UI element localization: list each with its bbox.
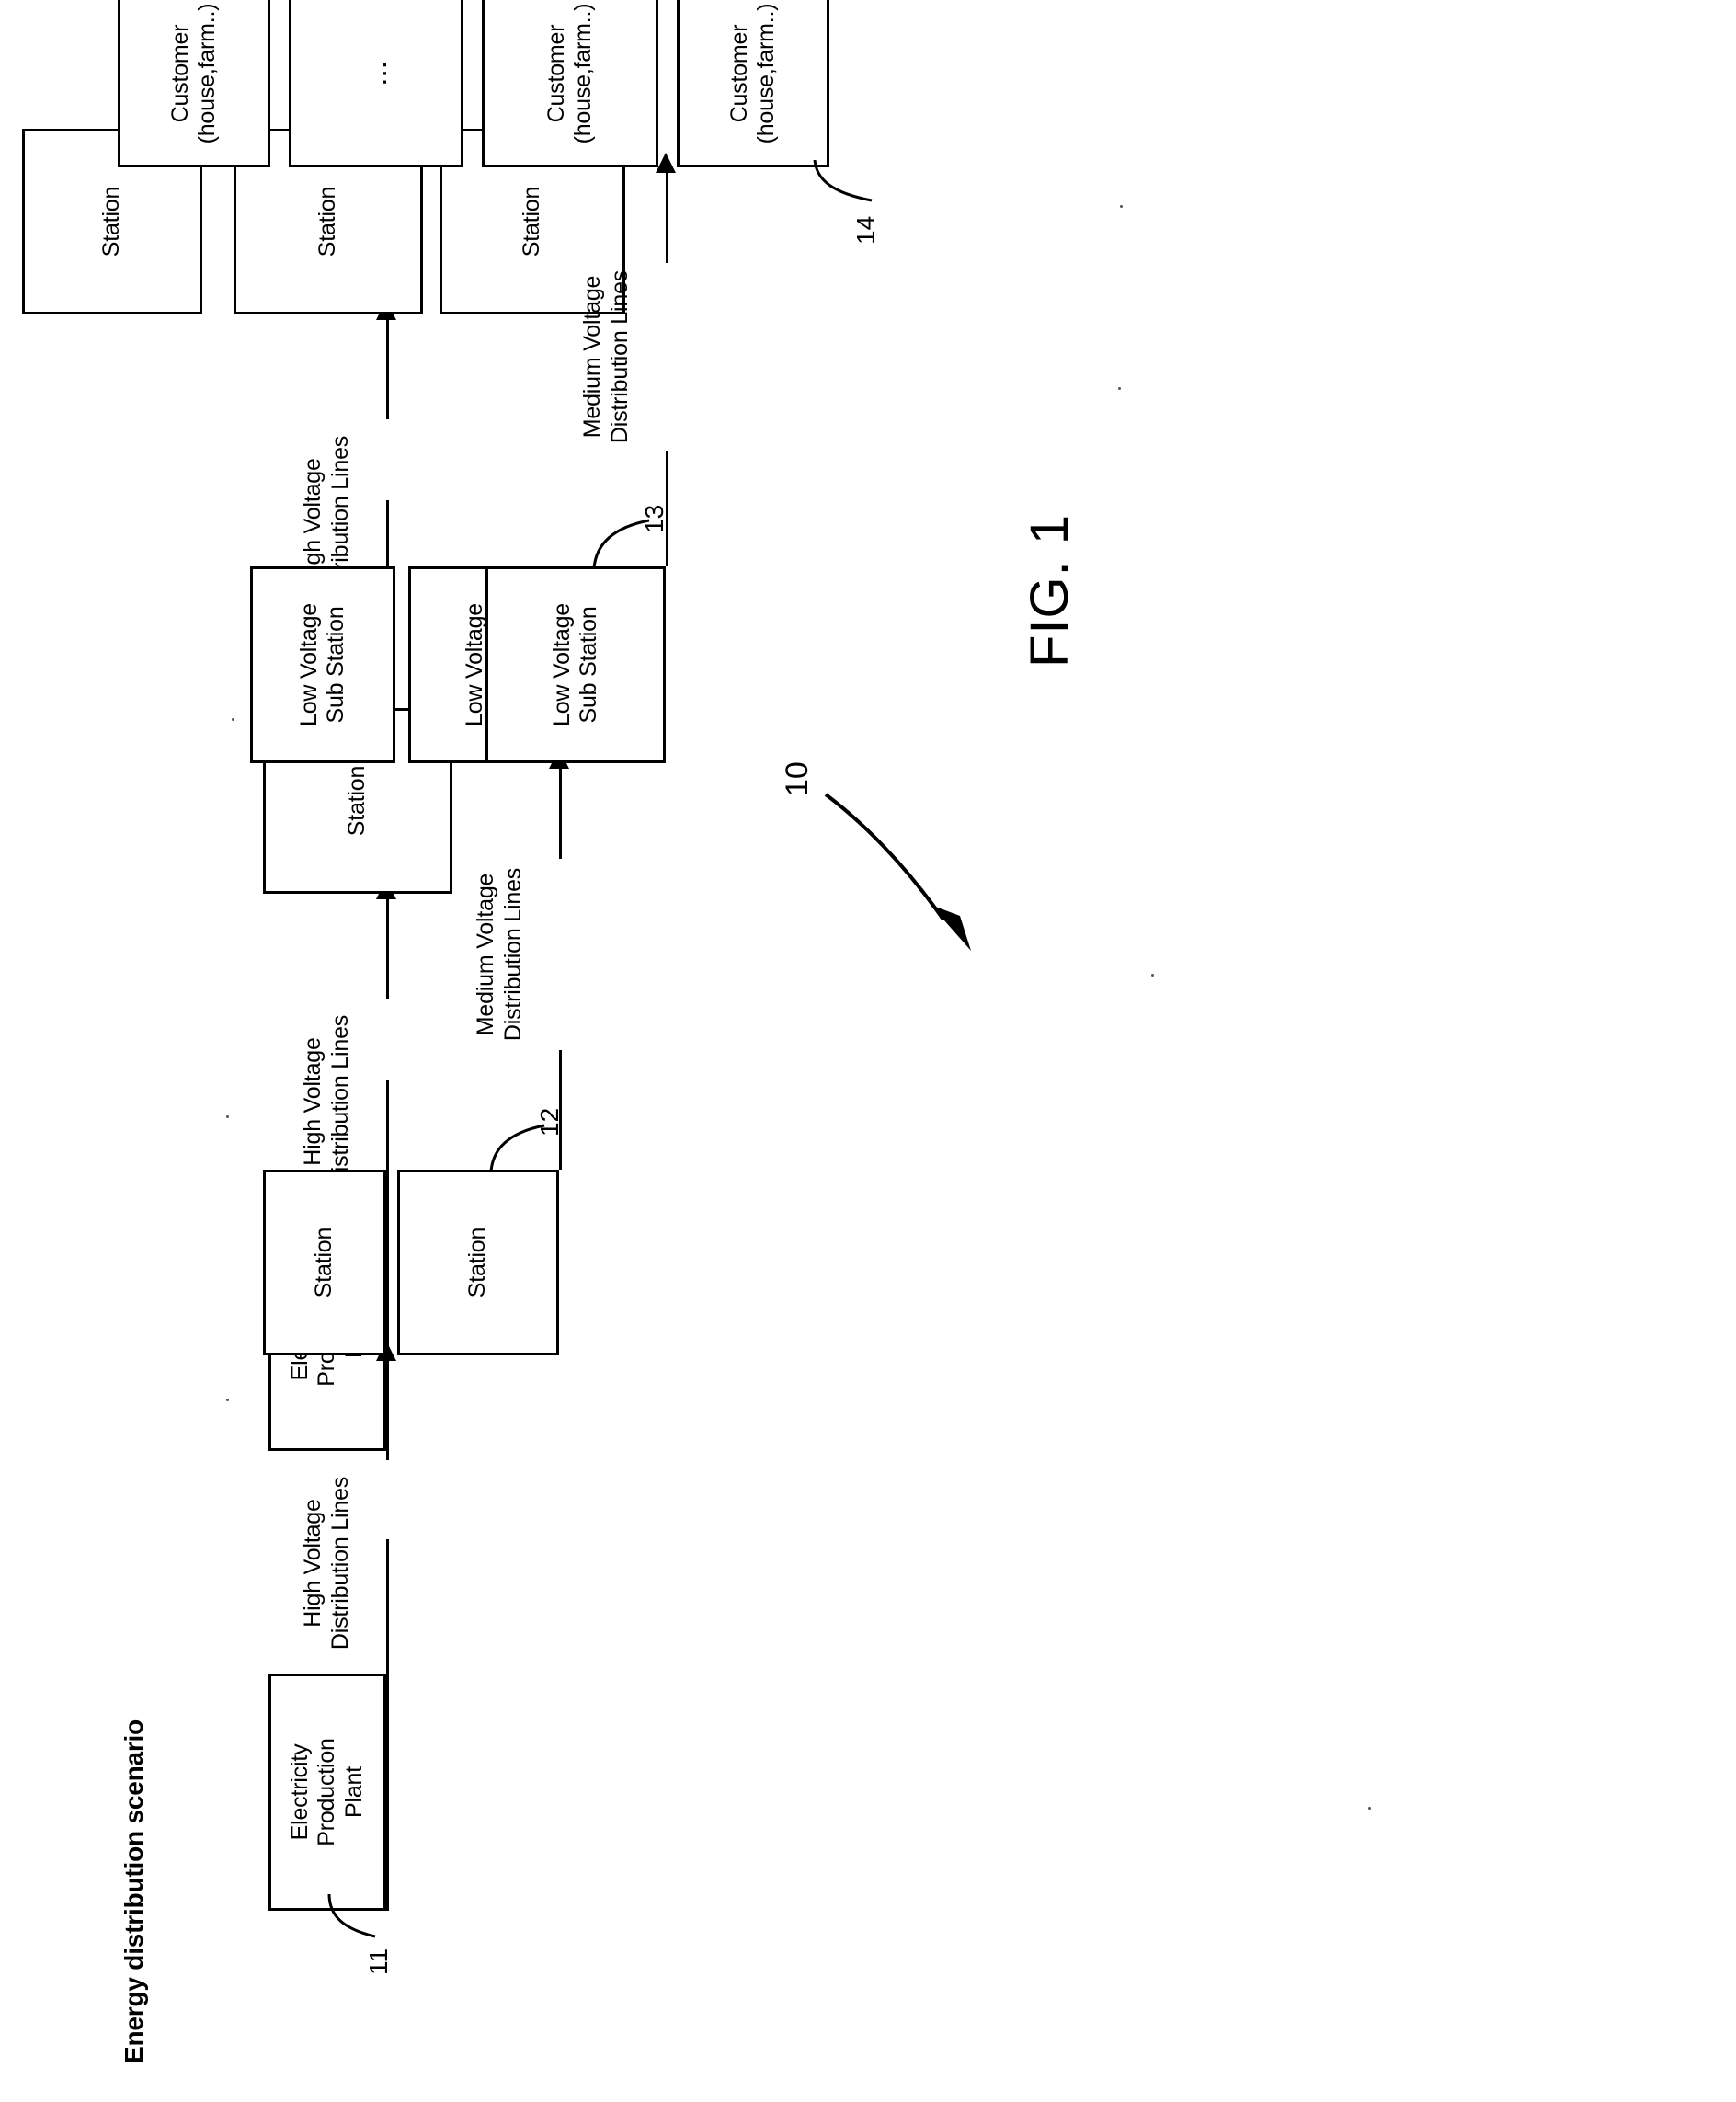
plant-1-line-3: Plant bbox=[340, 1766, 367, 1818]
node-low-voltage-sub-station-3: Low Voltage Sub Station bbox=[250, 566, 395, 763]
scan-speck bbox=[1120, 205, 1123, 208]
station-5-label: Station bbox=[314, 186, 341, 257]
customer-3-line-1: Customer bbox=[166, 24, 193, 123]
station-2-label: Station bbox=[311, 1227, 337, 1298]
reference-numeral-11: 11 bbox=[364, 1948, 393, 1975]
hv-1-line-2: Distribution Lines bbox=[326, 1476, 353, 1651]
mv-2-line-2: Distribution Lines bbox=[606, 269, 633, 444]
node-customer-3: Customer (house,farm..) bbox=[118, 0, 270, 167]
customer-2-line-2: (house,farm..) bbox=[570, 3, 596, 144]
customer-ellipsis-label: ... bbox=[358, 61, 394, 86]
connector-plant-2-down-stub bbox=[386, 1214, 389, 1451]
scan-speck bbox=[1368, 1807, 1371, 1810]
node-station-2: Station bbox=[263, 1170, 386, 1355]
node-low-voltage-sub-station-1: Low Voltage Sub Station bbox=[485, 566, 666, 763]
connector-plant-1-to-hv bbox=[386, 1539, 389, 1674]
hv-1-line-1: High Voltage bbox=[300, 1499, 326, 1628]
edge-label-high-voltage-1: High Voltage Distribution Lines bbox=[300, 1457, 354, 1670]
customer-3-line-2: (house,farm..) bbox=[194, 3, 220, 144]
figure-caption: FIG. 1 bbox=[1020, 513, 1079, 668]
edge-label-medium-voltage-1: Medium Voltage Distribution Lines bbox=[473, 839, 527, 1070]
substation-1-line-1: Low Voltage bbox=[548, 602, 575, 727]
connector-plant-2-to-hv bbox=[386, 1080, 389, 1214]
substation-1-line-2: Sub Station bbox=[576, 606, 601, 724]
connector-substation-1-to-mv bbox=[666, 451, 668, 566]
page-title: Energy distribution scenario bbox=[120, 1719, 148, 2063]
substation-3-line-2: Sub Station bbox=[323, 606, 348, 724]
system-pointer-arrow bbox=[824, 793, 971, 951]
scan-speck bbox=[226, 1115, 229, 1118]
node-customer-2: Customer (house,farm..) bbox=[482, 0, 658, 167]
node-station-1: Station bbox=[397, 1170, 559, 1355]
substation-2-line-1: Low Voltage bbox=[461, 602, 487, 727]
leader-line-11 bbox=[327, 1893, 376, 1938]
patent-figure-page: Energy distribution scenario Electricity… bbox=[0, 0, 1736, 2102]
customer-2-line-1: Customer bbox=[542, 24, 569, 123]
connector-mv-2-to-customer bbox=[666, 173, 668, 263]
reference-numeral-10: 10 bbox=[780, 761, 815, 796]
plant-1-line-2: Production bbox=[314, 1738, 340, 1846]
connector-plant-1-down-stub bbox=[386, 1674, 389, 1911]
reference-numeral-14: 14 bbox=[851, 215, 880, 245]
connector-station-1-to-mv bbox=[559, 1050, 562, 1170]
node-customer-1: Customer (house,farm..) bbox=[677, 0, 829, 167]
plant-1-line-1: Electricity bbox=[286, 1743, 313, 1841]
node-customer-ellipsis: ... bbox=[289, 0, 463, 167]
customer-1-line-2: (house,farm..) bbox=[753, 3, 779, 144]
arrow-head-mv-2 bbox=[656, 153, 676, 173]
scan-speck bbox=[1118, 387, 1121, 390]
leader-line-14 bbox=[813, 159, 873, 202]
node-electricity-production-plant-1: Electricity Production Plant bbox=[268, 1674, 386, 1911]
station-6-label: Station bbox=[98, 186, 125, 257]
connector-hv-3-to-station bbox=[386, 320, 389, 419]
diagram-rotated-layer: Energy distribution scenario Electricity… bbox=[0, 0, 1736, 2102]
scan-speck bbox=[1151, 974, 1154, 977]
customer-1-line-1: Customer bbox=[725, 24, 752, 123]
edge-label-medium-voltage-2: Medium Voltage Distribution Lines bbox=[579, 241, 634, 473]
station-4-label: Station bbox=[519, 186, 545, 257]
mv-2-line-1: Medium Voltage bbox=[579, 275, 605, 439]
station-1-label: Station bbox=[464, 1227, 491, 1298]
station-3-label: Station bbox=[344, 765, 371, 837]
substation-3-line-1: Low Voltage bbox=[295, 602, 322, 727]
connector-mv-1-to-substation bbox=[559, 769, 562, 859]
mv-1-line-2: Distribution Lines bbox=[499, 867, 526, 1042]
connector-hv-2-to-station bbox=[386, 899, 389, 999]
scan-speck bbox=[226, 1399, 229, 1401]
mv-1-line-1: Medium Voltage bbox=[473, 873, 498, 1036]
scan-speck bbox=[232, 718, 234, 721]
